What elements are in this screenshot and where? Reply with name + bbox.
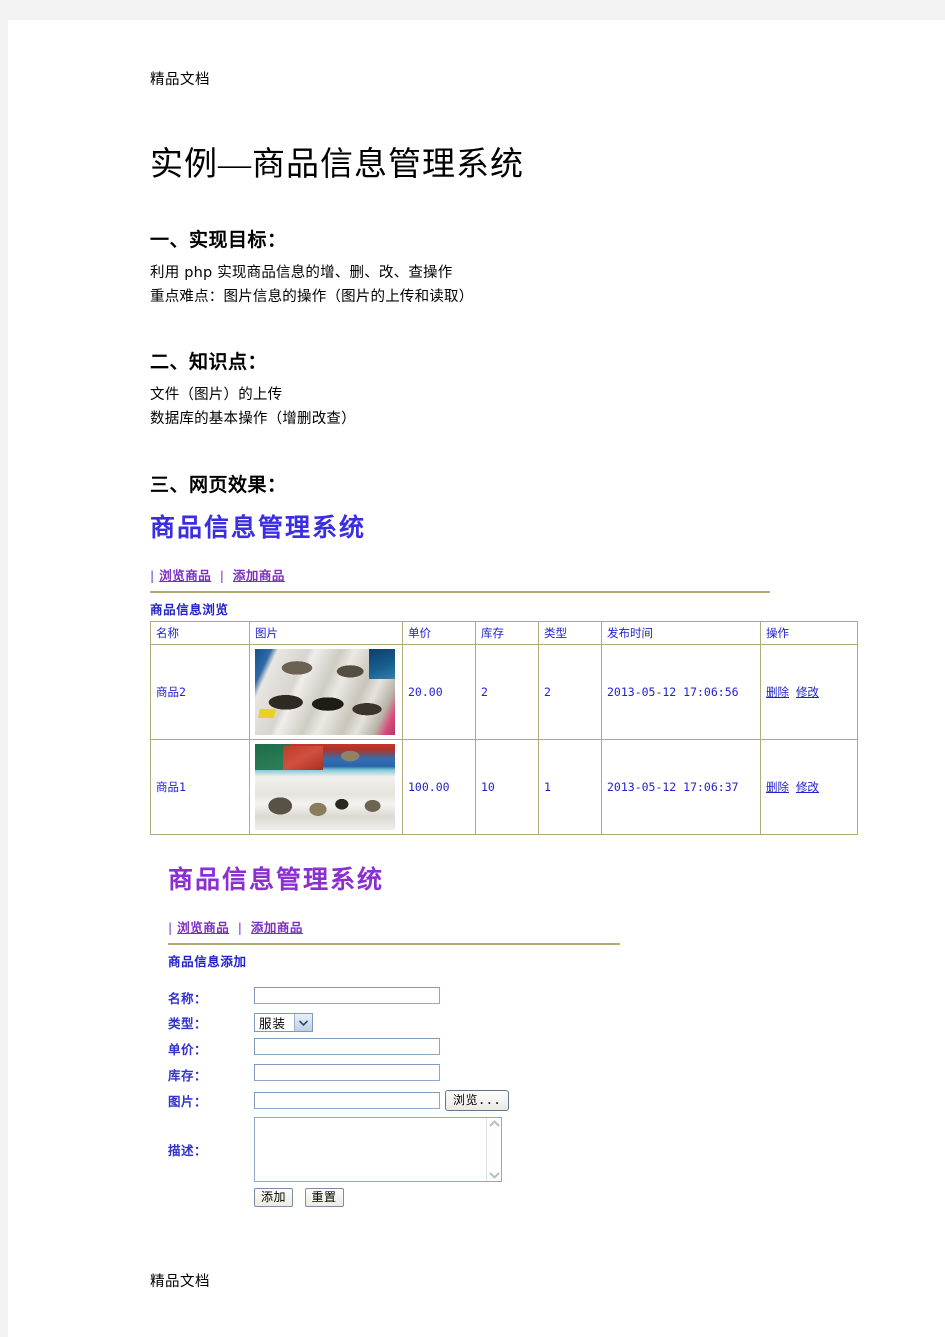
nav-leading-separator: |	[168, 920, 173, 936]
browse-app-title: 商品信息管理系统	[150, 513, 367, 543]
add-divider	[168, 943, 620, 946]
form-row-image: 图片： 浏览...	[168, 1087, 510, 1114]
page-title: 实例—商品信息管理系统	[150, 147, 524, 184]
description-textarea[interactable]	[254, 1117, 502, 1183]
reset-button[interactable]: 重置	[304, 1188, 344, 1208]
stock-field-cell	[254, 1061, 509, 1087]
textarea-scrollbar[interactable]	[486, 1118, 501, 1182]
image-label: 图片：	[168, 1094, 208, 1110]
image-field-cell: 浏览...	[254, 1087, 510, 1114]
cell-stock: 10	[475, 739, 539, 836]
header-name: 名称	[150, 621, 250, 646]
section-heading-1: 一、实现目标：	[150, 229, 287, 251]
nav-link-browse[interactable]: 浏览商品	[177, 920, 229, 935]
header-type: 类型	[538, 621, 602, 646]
table-row: 商品2 20.00 2 2 2013-05-12 17:06:56 删除 修改	[150, 644, 858, 741]
header-actions: 操作	[760, 621, 858, 646]
mockup-browse-products: 商品信息管理系统 | 浏览商品 | 添加商品 商品信息浏览 名称 图片 单价 库…	[150, 513, 885, 836]
mockup-add-product: 商品信息管理系统 | 浏览商品 | 添加商品 商品信息添加 名称： 类型： 服装…	[150, 865, 885, 1210]
add-product-form: 名称： 类型： 服装 单价： 库存： 图片： 浏览... 描述： 添加 重置	[168, 984, 510, 1210]
cell-type: 1	[538, 739, 602, 836]
delete-link[interactable]: 删除	[766, 780, 789, 794]
nav-link-add[interactable]: 添加商品	[251, 920, 303, 935]
description-text-area[interactable]	[255, 1118, 486, 1181]
cell-actions: 删除 修改	[760, 739, 858, 836]
browse-divider	[150, 591, 770, 594]
edit-link[interactable]: 修改	[796, 780, 819, 794]
add-navbar: | 浏览商品 | 添加商品	[168, 917, 885, 936]
cell-name: 商品1	[150, 739, 250, 836]
cell-image	[249, 739, 403, 836]
section-2-line-1: 文件（图片）的上传	[150, 387, 283, 404]
watermark-bottom: 精品文档	[150, 1274, 210, 1291]
form-row-name: 名称：	[168, 984, 509, 1010]
product-photo	[255, 649, 395, 736]
nav-separator: |	[219, 568, 225, 584]
name-field-cell	[254, 984, 509, 1010]
cell-stock: 2	[475, 644, 539, 741]
form-buttons-cell: 添加 重置	[254, 1185, 509, 1210]
cell-type: 2	[538, 644, 602, 741]
form-row-price: 单价：	[168, 1035, 509, 1061]
table-row: 商品1 100.00 10 1 2013-05-12 17:06:37 删除 修…	[150, 739, 858, 836]
header-image: 图片	[249, 621, 403, 646]
cell-time: 2013-05-12 17:06:56	[601, 644, 761, 741]
price-label: 单价：	[168, 1041, 208, 1057]
browse-button[interactable]: 浏览...	[445, 1090, 510, 1112]
stock-input[interactable]	[254, 1064, 440, 1082]
submit-button[interactable]: 添加	[254, 1188, 294, 1208]
form-row-stock: 库存：	[168, 1061, 509, 1087]
section-1-line-2: 重点难点：图片信息的操作（图片的上传和读取）	[150, 288, 474, 305]
form-row-description: 描述：	[168, 1114, 509, 1185]
cell-time: 2013-05-12 17:06:37	[601, 739, 761, 836]
browse-section-label: 商品信息浏览	[150, 602, 229, 618]
section-2-line-2: 数据库的基本操作（增删改查）	[150, 411, 356, 428]
price-input[interactable]	[254, 1038, 440, 1056]
header-price: 单价	[402, 621, 476, 646]
price-field-cell	[254, 1035, 509, 1061]
edit-link[interactable]: 修改	[796, 685, 819, 699]
stock-label: 库存：	[168, 1067, 208, 1083]
document-page: 精品文档 实例—商品信息管理系统 一、实现目标： 利用 php 实现商品信息的增…	[8, 20, 945, 1337]
add-app-title: 商品信息管理系统	[168, 865, 385, 895]
type-select[interactable]: 服装	[254, 1013, 314, 1033]
type-field-cell: 服装	[254, 1010, 509, 1035]
cell-price: 20.00	[402, 644, 476, 741]
name-input[interactable]	[254, 987, 440, 1005]
description-field-cell	[254, 1114, 509, 1185]
cell-price: 100.00	[402, 739, 476, 836]
nav-link-add[interactable]: 添加商品	[233, 568, 285, 583]
form-row-type: 类型： 服装	[168, 1010, 509, 1035]
image-file-input[interactable]	[254, 1092, 440, 1110]
delete-link[interactable]: 删除	[766, 685, 789, 699]
chevron-down-icon[interactable]	[294, 1014, 313, 1032]
header-stock: 库存	[475, 621, 539, 646]
type-select-value: 服装	[259, 1016, 287, 1032]
section-1-line-1: 利用 php 实现商品信息的增、删、改、查操作	[150, 264, 453, 281]
nav-leading-separator: |	[150, 568, 155, 584]
nav-separator: |	[237, 920, 243, 936]
buttons-spacer	[168, 1185, 254, 1210]
section-heading-3: 三、网页效果：	[150, 475, 287, 497]
watermark-top: 精品文档	[150, 72, 210, 88]
name-label: 名称：	[168, 990, 208, 1006]
file-input-row: 浏览...	[254, 1090, 510, 1112]
type-label: 类型：	[168, 1016, 208, 1032]
section-heading-2: 二、知识点：	[150, 352, 268, 374]
table-header-row: 名称 图片 单价 库存 类型 发布时间 操作	[150, 621, 858, 646]
description-label: 描述：	[168, 1143, 208, 1159]
add-section-label: 商品信息添加	[168, 954, 247, 970]
browse-navbar: | 浏览商品 | 添加商品	[150, 565, 885, 584]
cell-image	[249, 644, 403, 741]
form-row-buttons: 添加 重置	[168, 1185, 509, 1210]
cell-name: 商品2	[150, 644, 250, 741]
products-table: 名称 图片 单价 库存 类型 发布时间 操作 商品2 20.00 2 2 201…	[150, 621, 858, 836]
scroll-down-icon[interactable]	[488, 1171, 500, 1180]
scroll-up-icon[interactable]	[488, 1120, 500, 1128]
product-photo	[255, 744, 395, 831]
header-time: 发布时间	[601, 621, 761, 646]
nav-link-browse[interactable]: 浏览商品	[159, 568, 211, 583]
cell-actions: 删除 修改	[760, 644, 858, 741]
